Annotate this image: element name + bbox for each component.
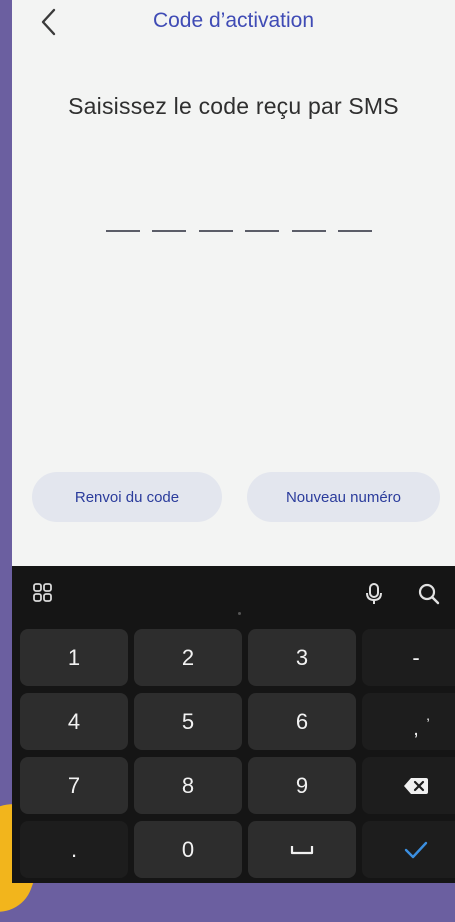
code-digit-slot[interactable] xyxy=(152,216,187,232)
key-7[interactable]: 7 xyxy=(20,757,128,814)
code-digit-slot[interactable] xyxy=(291,216,326,232)
code-input[interactable] xyxy=(106,216,372,236)
backspace-icon xyxy=(404,777,428,794)
key-8[interactable]: 8 xyxy=(134,757,242,814)
instruction-text: Saisissez le code reçu par SMS xyxy=(68,93,399,119)
microphone-icon[interactable] xyxy=(363,582,389,608)
resend-code-button[interactable]: Renvoi du code xyxy=(32,472,222,522)
key-1[interactable]: 1 xyxy=(20,629,128,686)
checkmark-icon xyxy=(404,841,428,858)
numeric-keyboard: 1 2 3 - 4 5 6 , , 7 8 9 . 0 xyxy=(12,566,455,883)
toolbar-indicator xyxy=(238,612,241,615)
header: Code d’activation xyxy=(12,0,455,44)
key-4[interactable]: 4 xyxy=(20,693,128,750)
code-digit-slot[interactable] xyxy=(198,216,233,232)
key-comma-top: , xyxy=(426,706,430,723)
action-buttons: Renvoi du code Nouveau numéro xyxy=(32,472,442,522)
app-screen: Code d’activation Saisissez le code reçu… xyxy=(12,0,455,883)
key-2[interactable]: 2 xyxy=(134,629,242,686)
key-enter[interactable] xyxy=(362,821,455,878)
key-dot[interactable]: . xyxy=(20,821,128,878)
key-0[interactable]: 0 xyxy=(134,821,242,878)
grid-icon[interactable] xyxy=(32,582,58,608)
code-digit-slot[interactable] xyxy=(245,216,280,232)
key-minus[interactable]: - xyxy=(362,629,455,686)
key-9[interactable]: 9 xyxy=(248,757,356,814)
key-3[interactable]: 3 xyxy=(248,629,356,686)
key-5[interactable]: 5 xyxy=(134,693,242,750)
key-backspace[interactable] xyxy=(362,757,455,814)
code-digit-slot[interactable] xyxy=(106,216,140,232)
page-title: Code d’activation xyxy=(152,9,315,32)
keyboard-toolbar xyxy=(12,566,455,624)
key-comma-bottom: , xyxy=(413,717,419,740)
key-space[interactable] xyxy=(248,821,356,878)
key-comma[interactable]: , , xyxy=(362,693,455,750)
space-icon xyxy=(290,845,314,854)
new-number-button[interactable]: Nouveau numéro xyxy=(247,472,440,522)
code-digit-slot[interactable] xyxy=(337,216,372,232)
key-6[interactable]: 6 xyxy=(248,693,356,750)
search-icon[interactable] xyxy=(417,582,443,608)
